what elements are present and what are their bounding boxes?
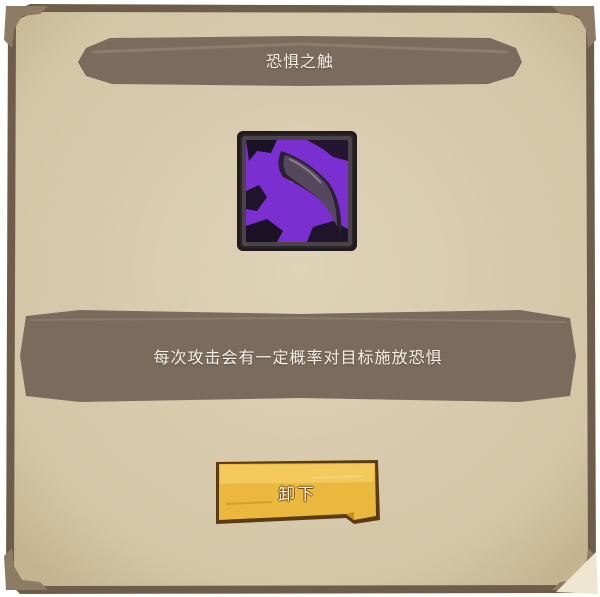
skill-detail-dialog: 恐惧之触 每次攻击会有一定概率对目标施放恐惧 卸下 [0,0,600,597]
purple-claw-skill-icon [237,131,357,251]
unequip-label: 卸下 [278,484,316,505]
dialog-title: 恐惧之触 [265,52,334,71]
unequip-button[interactable]: 卸下 [212,458,382,528]
skill-description: 每次攻击会有一定概率对目标施放恐惧 [153,348,443,367]
